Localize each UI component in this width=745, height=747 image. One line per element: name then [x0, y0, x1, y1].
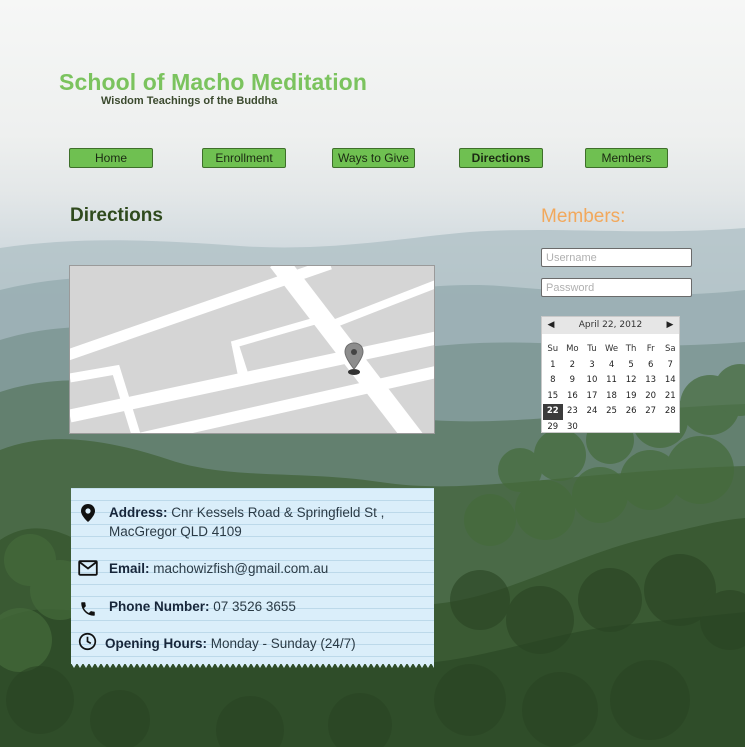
- calendar-day[interactable]: 20: [641, 389, 661, 405]
- address-label: Address:: [109, 505, 168, 520]
- site-tagline: Wisdom Teachings of the Buddha: [101, 95, 278, 107]
- username-input[interactable]: [541, 248, 692, 267]
- email-text: Email: machowizfish@gmail.com.au: [109, 559, 328, 578]
- calendar-day[interactable]: 14: [660, 373, 680, 389]
- nav-home-button[interactable]: Home: [69, 148, 153, 168]
- nav-ways-to-give-button[interactable]: Ways to Give: [332, 148, 415, 168]
- phone-icon: [79, 600, 99, 620]
- calendar-week-row: 15 16 17 18 19 20 21: [543, 389, 680, 405]
- calendar-week-row: 8 9 10 11 12 13 14: [543, 373, 680, 389]
- calendar-day[interactable]: 15: [543, 389, 563, 405]
- calendar-day[interactable]: 23: [563, 404, 583, 420]
- envelope-icon: [78, 560, 98, 580]
- weekday-label: Tu: [587, 344, 597, 354]
- map-pin-icon: [79, 503, 99, 523]
- calendar-empty-cell: [602, 420, 622, 436]
- calendar-day[interactable]: 21: [660, 389, 680, 405]
- calendar-empty-cell: [582, 420, 602, 436]
- address-line2: MacGregor QLD 4109: [109, 524, 242, 539]
- password-input[interactable]: [541, 278, 692, 297]
- calendar-day[interactable]: 12: [621, 373, 641, 389]
- calendar-day[interactable]: 7: [660, 358, 680, 374]
- page-title: Directions: [70, 205, 163, 226]
- calendar-week-row: 29 30: [543, 420, 680, 436]
- calendar-day[interactable]: 17: [582, 389, 602, 405]
- address-line1: Cnr Kessels Road & Springfield St ,: [171, 505, 385, 520]
- calendar-grid: Su Mo Tu We Th Fr Sa 1 2 3 4 5 6 7 8 9 10 11 12 13 14…: [543, 342, 680, 435]
- card-torn-edge: [71, 663, 434, 668]
- calendar-month-label: April 22, 2012: [578, 320, 643, 330]
- calendar-day[interactable]: 4: [602, 358, 622, 374]
- calendar-day[interactable]: 2: [563, 358, 583, 374]
- calendar-day[interactable]: 5: [621, 358, 641, 374]
- directions-map[interactable]: [69, 265, 435, 434]
- nav-directions-button[interactable]: Directions: [459, 148, 543, 168]
- phone-text: Phone Number: 07 3526 3655: [109, 597, 296, 616]
- weekday-label: Su: [547, 344, 559, 354]
- calendar-day[interactable]: 6: [641, 358, 661, 374]
- calendar-day[interactable]: 13: [641, 373, 661, 389]
- calendar-prev-month-icon[interactable]: ◀: [544, 317, 558, 334]
- weekday-label: Th: [625, 344, 637, 354]
- calendar-day[interactable]: 24: [582, 404, 602, 420]
- map-marker-icon[interactable]: [343, 342, 365, 376]
- calendar-day[interactable]: 22: [543, 404, 563, 420]
- calendar-week-row: 1234567: [543, 358, 680, 374]
- nav-enrollment-button[interactable]: Enrollment: [202, 148, 286, 168]
- calendar-day[interactable]: 8: [543, 373, 563, 389]
- clock-icon: [78, 632, 98, 652]
- contact-info-card: Address: Cnr Kessels Road & Springfield …: [71, 488, 434, 668]
- calendar-day[interactable]: 27: [641, 404, 661, 420]
- email-label: Email:: [109, 561, 150, 576]
- nav-members-button[interactable]: Members: [585, 148, 668, 168]
- weekday-label: Fr: [646, 344, 655, 354]
- phone-value[interactable]: 07 3526 3655: [213, 599, 296, 614]
- calendar-day[interactable]: 28: [660, 404, 680, 420]
- members-title: Members:: [541, 206, 626, 227]
- calendar-day[interactable]: 10: [582, 373, 602, 389]
- site-title: School of Macho Meditation: [59, 69, 367, 95]
- email-value[interactable]: machowizfish@gmail.com.au: [153, 561, 328, 576]
- calendar-day[interactable]: 19: [621, 389, 641, 405]
- calendar-day[interactable]: 29: [543, 420, 563, 436]
- calendar-empty-cell: [660, 420, 680, 436]
- calendar-day[interactable]: 9: [563, 373, 583, 389]
- calendar-week-row: 22 23 24 25 26 27 28: [543, 404, 680, 420]
- calendar-empty-cell: [621, 420, 641, 436]
- hours-label: Opening Hours:: [105, 636, 207, 651]
- calendar-day[interactable]: 1: [543, 358, 563, 374]
- calendar-day[interactable]: 16: [563, 389, 583, 405]
- weekday-label: Sa: [664, 344, 676, 354]
- hours-value: Monday - Sunday (24/7): [210, 636, 356, 651]
- calendar-empty-cell: [641, 420, 661, 436]
- calendar-day[interactable]: 25: [602, 404, 622, 420]
- hours-text: Opening Hours: Monday - Sunday (24/7): [105, 634, 356, 653]
- calendar-weekday-row: Su Mo Tu We Th Fr Sa: [543, 342, 680, 358]
- calendar-day[interactable]: 11: [602, 373, 622, 389]
- weekday-label: Mo: [566, 344, 579, 354]
- calendar-next-month-icon[interactable]: ▶: [663, 317, 677, 334]
- calendar-day[interactable]: 18: [602, 389, 622, 405]
- calendar-day[interactable]: 30: [563, 420, 583, 436]
- calendar-widget: ◀ April 22, 2012 ▶ Su Mo Tu We Th Fr Sa …: [541, 316, 680, 433]
- calendar-day[interactable]: 3: [582, 358, 602, 374]
- map-streets: [70, 266, 434, 433]
- phone-label: Phone Number:: [109, 599, 210, 614]
- calendar-header: ◀ April 22, 2012 ▶: [542, 317, 679, 334]
- calendar-day[interactable]: 26: [621, 404, 641, 420]
- address-text: Address: Cnr Kessels Road & Springfield …: [109, 503, 384, 541]
- weekday-label: We: [604, 344, 619, 354]
